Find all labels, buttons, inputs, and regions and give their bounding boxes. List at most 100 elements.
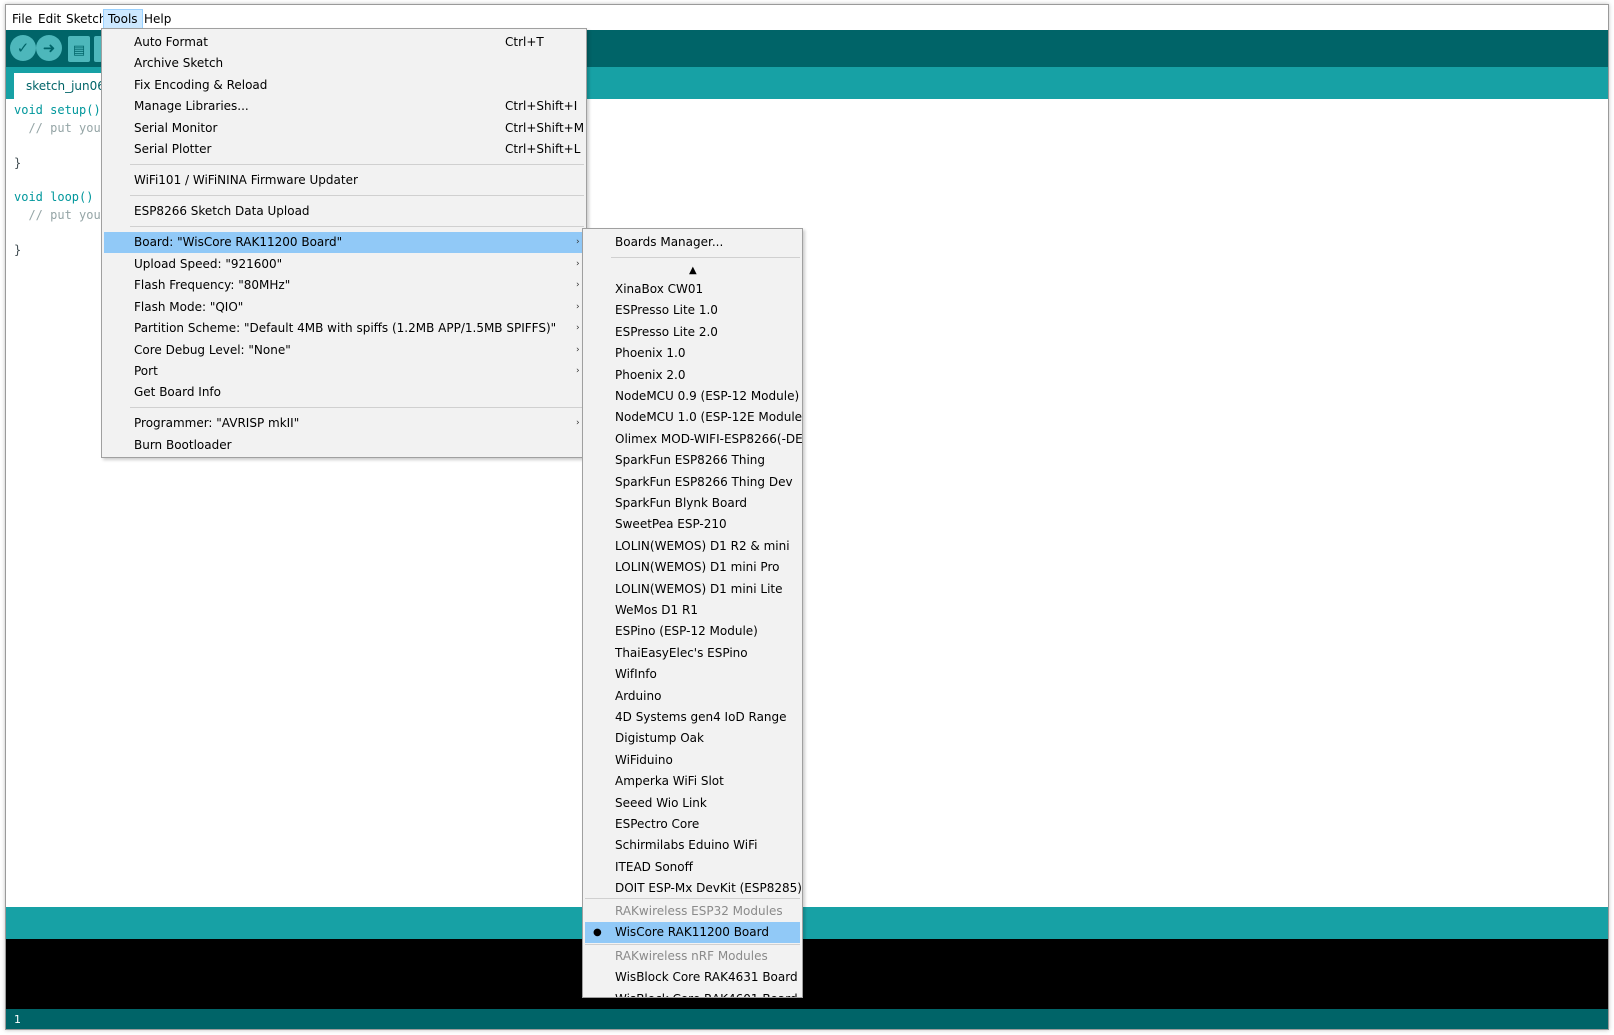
- menu-item-flash-mode[interactable]: Flash Mode: "QIO" ›: [104, 297, 584, 318]
- chevron-right-icon: ›: [576, 323, 580, 333]
- menu-item-board[interactable]: Amperka WiFi Slot: [585, 771, 800, 792]
- board-label: SparkFun ESP8266 Thing Dev: [615, 474, 793, 489]
- menu-item-manage-libraries[interactable]: Manage Libraries... Ctrl+Shift+I: [104, 96, 584, 117]
- menu-item-board[interactable]: DOIT ESP-Mx DevKit (ESP8285): [585, 878, 802, 899]
- menu-separator: [585, 898, 800, 899]
- menu-item-board[interactable]: ESPresso Lite 1.0: [585, 300, 800, 321]
- chevron-right-icon: ›: [576, 345, 580, 355]
- menu-item-selected-board[interactable]: ● WisCore RAK11200 Board: [585, 922, 800, 943]
- board-label: NodeMCU 0.9 (ESP-12 Module): [615, 389, 800, 403]
- menu-item-board[interactable]: Digistump Oak: [585, 728, 800, 749]
- menu-item-data-upload[interactable]: ESP8266 Sketch Data Upload: [104, 201, 584, 222]
- board-label: SparkFun Blynk Board: [615, 496, 748, 510]
- triangle-up-icon: ▲: [689, 265, 697, 276]
- menu-item-upload-speed[interactable]: Upload Speed: "921600" ›: [104, 254, 584, 275]
- menu-item-board[interactable]: WisBlock Core RAK4631 Board: [585, 967, 800, 988]
- menu-item-board[interactable]: WiFiduino: [585, 750, 800, 771]
- menu-file[interactable]: File: [8, 10, 36, 28]
- menu-item-board[interactable]: NodeMCU 0.9 (ESP-12 Module): [585, 386, 800, 407]
- board-label: LOLIN(WEMOS) D1 R2 & mini: [615, 538, 790, 553]
- menu-item-board[interactable]: LOLIN(WEMOS) D1 mini Pro: [585, 557, 800, 578]
- menu-item-board[interactable]: Phoenix 1.0: [585, 343, 800, 364]
- menu-edit[interactable]: Edit: [34, 10, 65, 28]
- menu-item-board[interactable]: NodeMCU 1.0 (ESP-12E Module): [585, 407, 803, 428]
- board-label: Phoenix 1.0: [615, 346, 686, 361]
- menu-item-board[interactable]: ESPino (ESP-12 Module): [585, 621, 800, 642]
- status-bar: [6, 907, 1608, 939]
- menu-item-board[interactable]: Board: "WisCore RAK11200 Board" ›: [104, 232, 584, 253]
- menu-separator: [611, 257, 800, 258]
- menu-item-board[interactable]: Schirmilabs Eduino WiFi: [585, 835, 800, 856]
- board-label: 4D Systems gen4 IoD Range: [615, 710, 787, 724]
- menu-item-board[interactable]: XinaBox CW01: [585, 279, 800, 300]
- code-line: // put you: [14, 208, 101, 222]
- menu-item-board[interactable]: ITEAD Sonoff: [585, 857, 800, 878]
- board-label: Amperka WiFi Slot: [615, 774, 724, 789]
- menu-item-serial-monitor[interactable]: Serial Monitor Ctrl+Shift+M: [104, 118, 584, 139]
- menu-item-board[interactable]: 4D Systems gen4 IoD Range: [585, 707, 800, 728]
- menu-item-burn-bootloader[interactable]: Burn Bootloader: [104, 435, 584, 456]
- menu-item-auto-format[interactable]: Auto Format Ctrl+T: [104, 32, 584, 53]
- menu-item-fix-encoding[interactable]: Fix Encoding & Reload: [104, 75, 584, 96]
- scroll-up-arrow[interactable]: ▲: [585, 260, 800, 281]
- code-line: }: [14, 243, 22, 257]
- selected-bullet-icon: ●: [593, 927, 602, 938]
- menu-separator: [130, 195, 584, 196]
- chevron-right-icon: ›: [576, 302, 580, 312]
- board-label: LOLIN(WEMOS) D1 mini Lite: [615, 581, 783, 596]
- menu-separator: [130, 226, 584, 227]
- board-label: SweetPea ESP-210: [615, 517, 727, 532]
- menu-item-board[interactable]: SparkFun ESP8266 Thing: [585, 450, 800, 471]
- board-label: NodeMCU 1.0 (ESP-12E Module): [615, 410, 803, 425]
- board-label: ESPino (ESP-12 Module): [615, 624, 758, 639]
- menu-item-boards-manager[interactable]: Boards Manager...: [585, 232, 800, 253]
- menu-item-board[interactable]: WisBlock Core RAK4601 Board: [585, 989, 800, 997]
- menu-item-board[interactable]: Olimex MOD-WIFI-ESP8266(-DEV): [585, 429, 802, 450]
- menu-item-board[interactable]: SweetPea ESP-210: [585, 514, 800, 535]
- menu-item-archive-sketch[interactable]: Archive Sketch: [104, 53, 584, 74]
- console-output: [6, 939, 1608, 1009]
- menu-separator: [130, 407, 584, 408]
- menu-item-firmware-updater[interactable]: WiFi101 / WiFiNINA Firmware Updater: [104, 170, 584, 191]
- board-label: Seeed Wio Link: [615, 795, 707, 810]
- menu-item-board[interactable]: LOLIN(WEMOS) D1 R2 & mini: [585, 536, 800, 557]
- menu-item-port[interactable]: Port ›: [104, 361, 584, 382]
- menu-item-board[interactable]: Arduino: [585, 686, 800, 707]
- menu-item-board[interactable]: ESPectro Core: [585, 814, 800, 835]
- menu-item-board[interactable]: Seeed Wio Link: [585, 793, 800, 814]
- menu-item-partition-scheme[interactable]: Partition Scheme: "Default 4MB with spif…: [104, 318, 584, 339]
- board-label: Schirmilabs Eduino WiFi: [615, 838, 758, 853]
- board-label: ESPresso Lite 2.0: [615, 324, 718, 339]
- chevron-right-icon: ›: [576, 366, 580, 376]
- menu-item-board[interactable]: SparkFun Blynk Board: [585, 493, 800, 514]
- board-label: SparkFun ESP8266 Thing: [615, 453, 766, 468]
- menu-item-board[interactable]: WeMos D1 R1: [585, 600, 800, 621]
- menu-item-get-board-info[interactable]: Get Board Info: [104, 382, 584, 403]
- verify-button[interactable]: ✓: [10, 35, 36, 61]
- menu-tools[interactable]: Tools: [103, 9, 143, 29]
- menu-item-board[interactable]: SparkFun ESP8266 Thing Dev: [585, 472, 800, 493]
- line-number: 1: [14, 1013, 21, 1026]
- menu-item-board[interactable]: LOLIN(WEMOS) D1 mini Lite: [585, 579, 800, 600]
- menu-item-board[interactable]: ESPresso Lite 2.0: [585, 322, 800, 343]
- menu-help[interactable]: Help: [140, 10, 175, 28]
- upload-button[interactable]: ➜: [36, 35, 62, 61]
- menu-item-programmer[interactable]: Programmer: "AVRISP mkII" ›: [104, 413, 584, 434]
- menu-item-flash-frequency[interactable]: Flash Frequency: "80MHz" ›: [104, 275, 584, 296]
- board-label: WeMos D1 R1: [615, 603, 698, 617]
- menu-item-serial-plotter[interactable]: Serial Plotter Ctrl+Shift+L: [104, 139, 584, 160]
- tools-menu: Auto Format Ctrl+T Archive Sketch Fix Enc…: [101, 28, 587, 458]
- menu-item-core-debug-level[interactable]: Core Debug Level: "None" ›: [104, 340, 584, 361]
- checkmark-icon: ✓: [16, 39, 30, 57]
- new-button[interactable]: ▤: [68, 36, 90, 62]
- menu-item-board[interactable]: ThaiEasyElec's ESPino: [585, 643, 800, 664]
- board-label: DOIT ESP-Mx DevKit (ESP8285): [615, 881, 802, 896]
- footer-bar: 1: [6, 1009, 1608, 1029]
- menu-separator: [130, 164, 584, 165]
- board-submenu: Boards Manager... ▲ XinaBox CW01 ESPresso…: [582, 228, 803, 998]
- menu-item-board[interactable]: Phoenix 2.0: [585, 365, 800, 386]
- menu-bar: File Edit Sketch Tools Help: [6, 5, 1608, 30]
- code-line: }: [14, 156, 22, 170]
- code-line: void loop(): [14, 188, 93, 206]
- menu-item-board[interactable]: WifInfo: [585, 664, 800, 685]
